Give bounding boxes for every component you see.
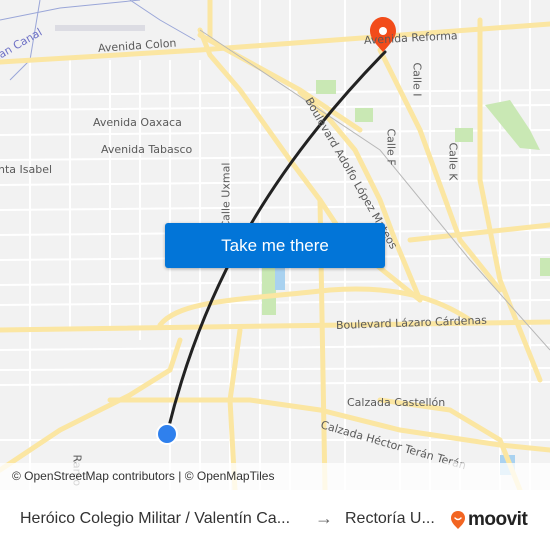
street-label-calle-k: Calle K <box>446 142 460 181</box>
map[interactable]: Avenida Colon Avenida Reforma can Canal … <box>0 0 550 490</box>
moovit-brand-text: moovit <box>468 509 528 530</box>
street-label-santa-isabel: nta Isabel <box>0 163 53 176</box>
street-label-calle-uxmal: Calle Uxmal <box>219 162 233 229</box>
street-label-calzada-castellon: Calzada Castellón <box>347 396 446 409</box>
map-attribution: © OpenStreetMap contributors | © OpenMap… <box>0 463 550 490</box>
destination-stop-name: Rectoría U... <box>345 510 435 527</box>
origin-marker <box>156 423 178 445</box>
arrow-right-icon: → <box>315 508 333 528</box>
street-label-calle-f: Calle F <box>384 128 398 166</box>
airstrip <box>55 25 145 31</box>
footer: Heróico Colegio Militar / Valentín Ca...… <box>0 490 550 550</box>
street-label-avenida-oaxaca: Avenida Oaxaca <box>93 116 182 129</box>
moovit-logo[interactable]: moovit <box>450 509 528 531</box>
origin-stop-name: Heróico Colegio Militar / Valentín Ca... <box>20 510 291 527</box>
street-label-avenida-tabasco: Avenida Tabasco <box>101 143 193 156</box>
moovit-pin-icon <box>451 511 465 529</box>
attribution-text[interactable]: © OpenStreetMap contributors | © OpenMap… <box>12 469 274 483</box>
take-me-there-button[interactable]: Take me there <box>165 223 385 268</box>
street-label-calle-i: Calle I <box>410 62 424 97</box>
